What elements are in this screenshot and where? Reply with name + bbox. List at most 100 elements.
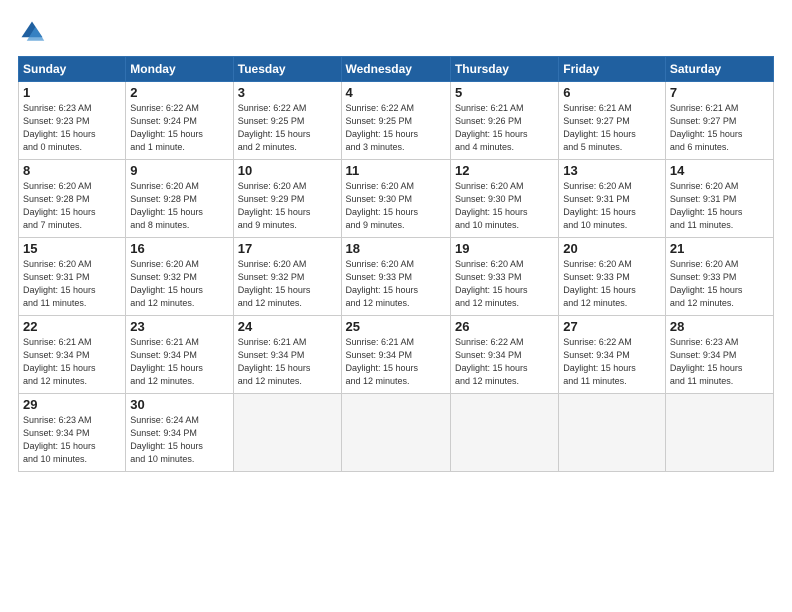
daylight-minutes: and 11 minutes.	[670, 220, 733, 230]
day-cell	[341, 394, 450, 472]
daylight-minutes: and 6 minutes.	[670, 142, 729, 152]
day-number: 30	[130, 397, 228, 412]
daylight-label: Daylight: 15 hours	[670, 363, 743, 373]
col-header-tuesday: Tuesday	[233, 57, 341, 82]
sunset-label: Sunset: 9:33 PM	[455, 272, 522, 282]
day-info: Sunrise: 6:20 AM Sunset: 9:30 PM Dayligh…	[346, 180, 446, 232]
sunrise-label: Sunrise: 6:21 AM	[563, 103, 632, 113]
sunset-label: Sunset: 9:31 PM	[23, 272, 90, 282]
daylight-label: Daylight: 15 hours	[130, 285, 203, 295]
daylight-minutes: and 7 minutes.	[23, 220, 82, 230]
day-info: Sunrise: 6:20 AM Sunset: 9:33 PM Dayligh…	[346, 258, 446, 310]
day-cell: 24 Sunrise: 6:21 AM Sunset: 9:34 PM Dayl…	[233, 316, 341, 394]
daylight-minutes: and 12 minutes.	[346, 298, 410, 308]
daylight-minutes: and 12 minutes.	[238, 298, 302, 308]
daylight-label: Daylight: 15 hours	[130, 363, 203, 373]
day-cell: 25 Sunrise: 6:21 AM Sunset: 9:34 PM Dayl…	[341, 316, 450, 394]
day-number: 17	[238, 241, 337, 256]
daylight-label: Daylight: 15 hours	[346, 129, 419, 139]
day-number: 26	[455, 319, 554, 334]
day-info: Sunrise: 6:20 AM Sunset: 9:31 PM Dayligh…	[23, 258, 121, 310]
sunrise-label: Sunrise: 6:20 AM	[130, 259, 199, 269]
col-header-saturday: Saturday	[665, 57, 773, 82]
day-number: 28	[670, 319, 769, 334]
sunrise-label: Sunrise: 6:20 AM	[346, 259, 415, 269]
sunrise-label: Sunrise: 6:22 AM	[563, 337, 632, 347]
sunrise-label: Sunrise: 6:20 AM	[670, 181, 739, 191]
day-number: 8	[23, 163, 121, 178]
daylight-minutes: and 11 minutes.	[670, 376, 733, 386]
day-number: 2	[130, 85, 228, 100]
daylight-label: Daylight: 15 hours	[23, 441, 96, 451]
sunset-label: Sunset: 9:24 PM	[130, 116, 197, 126]
day-info: Sunrise: 6:20 AM Sunset: 9:28 PM Dayligh…	[23, 180, 121, 232]
daylight-minutes: and 12 minutes.	[346, 376, 410, 386]
day-number: 3	[238, 85, 337, 100]
daylight-minutes: and 0 minutes.	[23, 142, 82, 152]
daylight-minutes: and 11 minutes.	[23, 298, 86, 308]
daylight-minutes: and 12 minutes.	[455, 298, 519, 308]
day-info: Sunrise: 6:24 AM Sunset: 9:34 PM Dayligh…	[130, 414, 228, 466]
sunrise-label: Sunrise: 6:20 AM	[346, 181, 415, 191]
day-info: Sunrise: 6:21 AM Sunset: 9:27 PM Dayligh…	[563, 102, 661, 154]
daylight-minutes: and 12 minutes.	[238, 376, 302, 386]
daylight-label: Daylight: 15 hours	[238, 363, 311, 373]
day-number: 14	[670, 163, 769, 178]
day-number: 25	[346, 319, 446, 334]
sunrise-label: Sunrise: 6:21 AM	[130, 337, 199, 347]
day-info: Sunrise: 6:22 AM Sunset: 9:34 PM Dayligh…	[563, 336, 661, 388]
sunrise-label: Sunrise: 6:23 AM	[670, 337, 739, 347]
daylight-label: Daylight: 15 hours	[23, 285, 96, 295]
day-number: 11	[346, 163, 446, 178]
sunset-label: Sunset: 9:27 PM	[670, 116, 737, 126]
daylight-label: Daylight: 15 hours	[455, 207, 528, 217]
sunrise-label: Sunrise: 6:20 AM	[23, 181, 92, 191]
daylight-label: Daylight: 15 hours	[238, 207, 311, 217]
day-cell: 23 Sunrise: 6:21 AM Sunset: 9:34 PM Dayl…	[126, 316, 233, 394]
col-header-monday: Monday	[126, 57, 233, 82]
day-cell	[450, 394, 558, 472]
sunset-label: Sunset: 9:31 PM	[563, 194, 630, 204]
sunset-label: Sunset: 9:34 PM	[130, 350, 197, 360]
col-header-friday: Friday	[559, 57, 666, 82]
sunset-label: Sunset: 9:32 PM	[130, 272, 197, 282]
sunset-label: Sunset: 9:31 PM	[670, 194, 737, 204]
daylight-label: Daylight: 15 hours	[670, 285, 743, 295]
sunset-label: Sunset: 9:34 PM	[563, 350, 630, 360]
day-number: 7	[670, 85, 769, 100]
sunrise-label: Sunrise: 6:24 AM	[130, 415, 199, 425]
day-number: 9	[130, 163, 228, 178]
day-number: 15	[23, 241, 121, 256]
day-number: 19	[455, 241, 554, 256]
sunset-label: Sunset: 9:34 PM	[238, 350, 305, 360]
daylight-minutes: and 8 minutes.	[130, 220, 189, 230]
daylight-minutes: and 10 minutes.	[23, 454, 87, 464]
day-info: Sunrise: 6:20 AM Sunset: 9:33 PM Dayligh…	[670, 258, 769, 310]
sunrise-label: Sunrise: 6:22 AM	[130, 103, 199, 113]
day-cell: 7 Sunrise: 6:21 AM Sunset: 9:27 PM Dayli…	[665, 82, 773, 160]
day-info: Sunrise: 6:23 AM Sunset: 9:23 PM Dayligh…	[23, 102, 121, 154]
day-cell: 11 Sunrise: 6:20 AM Sunset: 9:30 PM Dayl…	[341, 160, 450, 238]
daylight-minutes: and 4 minutes.	[455, 142, 514, 152]
day-info: Sunrise: 6:21 AM Sunset: 9:34 PM Dayligh…	[238, 336, 337, 388]
day-number: 18	[346, 241, 446, 256]
day-number: 21	[670, 241, 769, 256]
day-info: Sunrise: 6:22 AM Sunset: 9:25 PM Dayligh…	[238, 102, 337, 154]
day-info: Sunrise: 6:20 AM Sunset: 9:33 PM Dayligh…	[563, 258, 661, 310]
daylight-minutes: and 5 minutes.	[563, 142, 622, 152]
day-cell: 13 Sunrise: 6:20 AM Sunset: 9:31 PM Dayl…	[559, 160, 666, 238]
day-cell: 19 Sunrise: 6:20 AM Sunset: 9:33 PM Dayl…	[450, 238, 558, 316]
day-cell: 22 Sunrise: 6:21 AM Sunset: 9:34 PM Dayl…	[19, 316, 126, 394]
day-number: 24	[238, 319, 337, 334]
day-cell: 6 Sunrise: 6:21 AM Sunset: 9:27 PM Dayli…	[559, 82, 666, 160]
day-number: 23	[130, 319, 228, 334]
day-info: Sunrise: 6:22 AM Sunset: 9:24 PM Dayligh…	[130, 102, 228, 154]
day-cell: 28 Sunrise: 6:23 AM Sunset: 9:34 PM Dayl…	[665, 316, 773, 394]
day-info: Sunrise: 6:20 AM Sunset: 9:32 PM Dayligh…	[130, 258, 228, 310]
daylight-minutes: and 12 minutes.	[455, 376, 519, 386]
daylight-minutes: and 11 minutes.	[563, 376, 626, 386]
sunrise-label: Sunrise: 6:23 AM	[23, 415, 92, 425]
sunset-label: Sunset: 9:34 PM	[455, 350, 522, 360]
header-row: SundayMondayTuesdayWednesdayThursdayFrid…	[19, 57, 774, 82]
day-number: 29	[23, 397, 121, 412]
